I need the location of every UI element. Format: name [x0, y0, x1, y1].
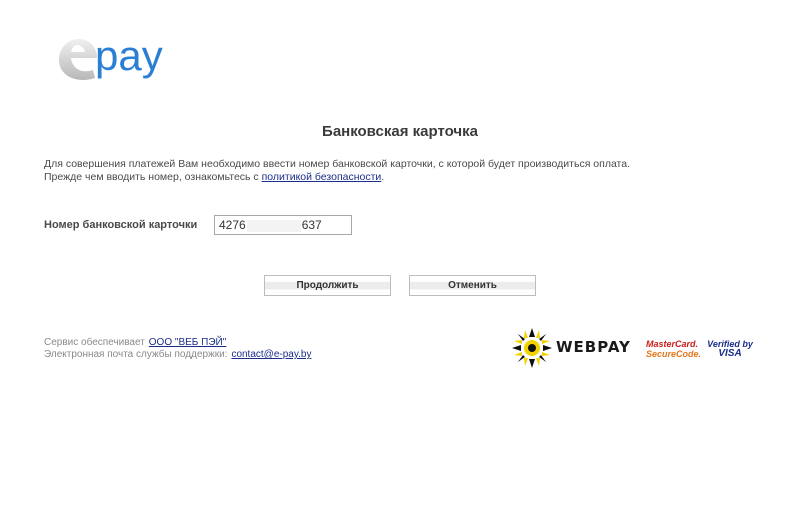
intro-line-2-suffix: . [381, 171, 385, 183]
svg-text:pay: pay [95, 32, 163, 79]
webpay-wordmark: WEBPAY [556, 338, 631, 356]
intro-line-1: Для совершения платежей Вам необходимо в… [44, 158, 631, 170]
epay-logo: pay [55, 30, 195, 86]
footer-email-line: Электронная почта службы поддержки: conta… [44, 349, 311, 361]
email-label: Электронная почта службы поддержки: [44, 349, 228, 360]
intro-line-2: Прежде чем вводить номер, ознакомьтесь с… [44, 171, 630, 184]
webpay-logo: WEBPAY [512, 328, 638, 368]
cancel-button[interactable]: Отменить [409, 275, 536, 296]
card-number-end: 637 [301, 218, 322, 232]
card-number-input[interactable]: 4276 637 [214, 215, 352, 235]
footer-info: Сервис обеспечивает ООО "ВЕБ ПЭЙ" Электро… [44, 337, 311, 361]
page-title: Банковская карточка [322, 123, 478, 140]
footer-service-line: Сервис обеспечивает ООО "ВЕБ ПЭЙ" [44, 337, 311, 349]
continue-button[interactable]: Продолжить [264, 275, 391, 296]
verified-by-visa-logo: Verified by VISA [707, 339, 753, 359]
security-policy-link[interactable]: политикой безопасности [262, 171, 382, 183]
intro-text: Для совершения платежей Вам необходимо в… [44, 158, 630, 184]
card-number-label: Номер банковской карточки [44, 219, 198, 231]
service-provider-link[interactable]: ООО "ВЕБ ПЭЙ" [149, 337, 226, 348]
mastercard-securecode-logo: MasterCard. SecureCode. [646, 339, 702, 359]
mastercard-line: MasterCard. [646, 339, 699, 349]
support-email-link[interactable]: contact@e-pay.by [231, 349, 311, 360]
service-label: Сервис обеспечивает [44, 337, 145, 348]
visa-line: VISA [718, 348, 742, 359]
intro-line-2-prefix: Прежде чем вводить номер, ознакомьтесь с [44, 171, 262, 183]
webpay-star-icon [512, 328, 552, 368]
page: pay Банковская карточка Для совершения п… [0, 0, 800, 517]
securecode-line: SecureCode. [646, 349, 702, 359]
card-number-start: 4276 [219, 218, 246, 232]
card-number-mask [246, 219, 301, 232]
